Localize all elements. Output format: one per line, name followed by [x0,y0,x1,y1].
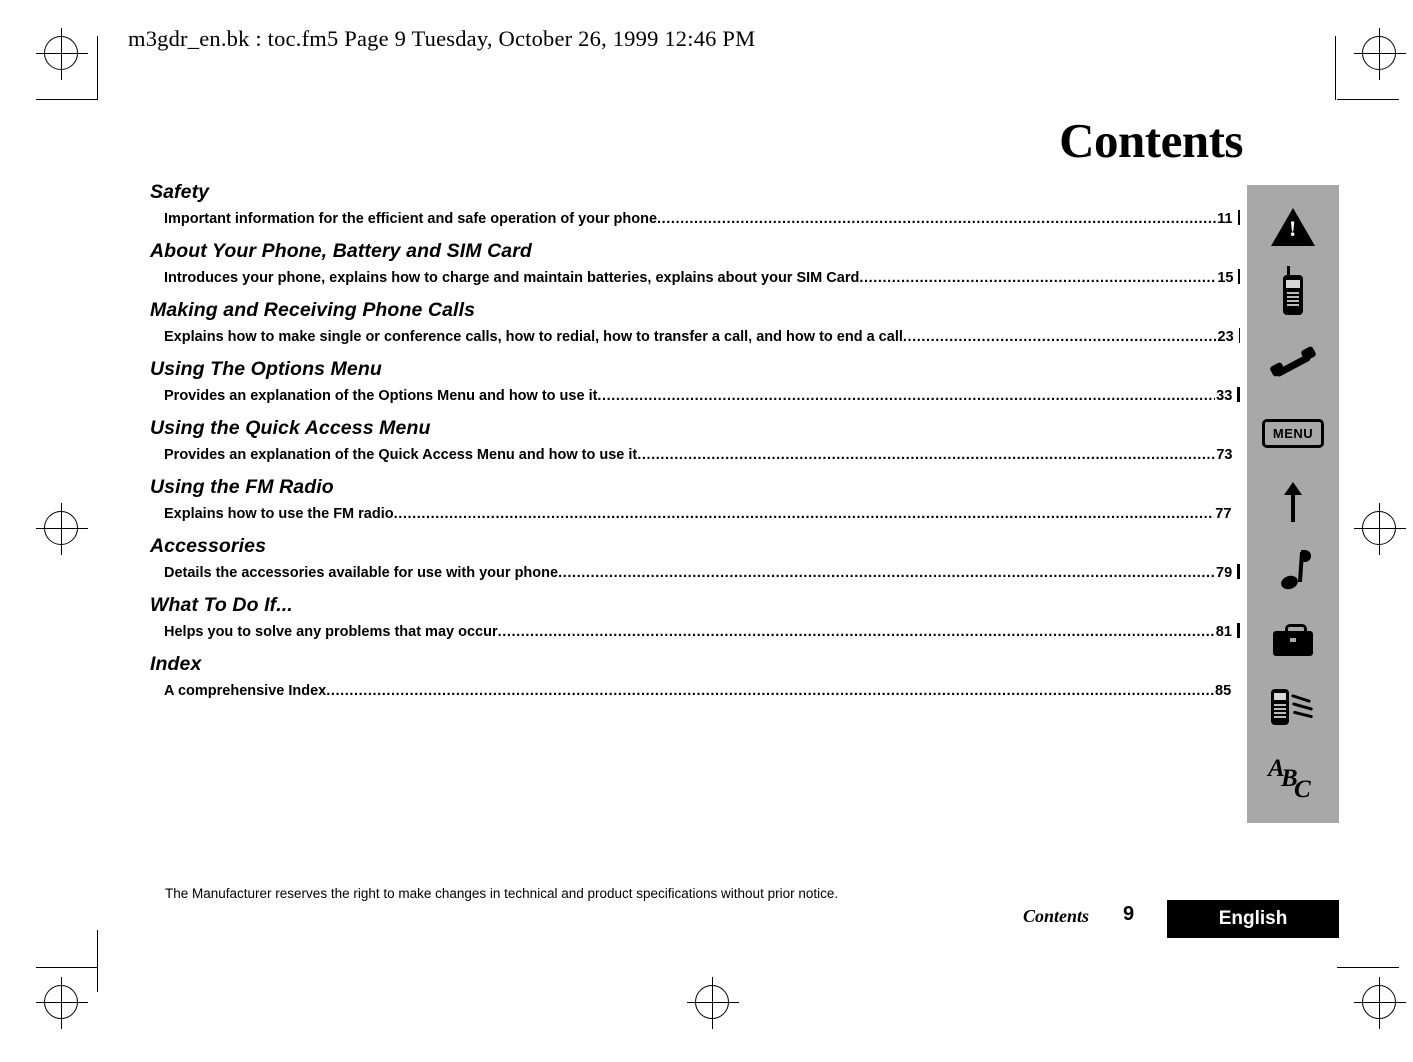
toc-dot-leader: ........................................… [393,506,1215,522]
toc-chapter-title[interactable]: Accessories [150,535,1240,558]
toc-chapter-title[interactable]: Using the Quick Access Menu [150,417,1240,440]
crop-mark-left-bottom [97,930,98,992]
toc-row[interactable]: Helps you to solve any problems that may… [150,621,1240,640]
phone-icon [1247,261,1339,329]
toc-entry: Accessories Details the accessories avail… [150,535,1240,581]
toc-entry: Using the Quick Access Menu Provides an e… [150,417,1240,463]
menu-icon: MENU [1247,399,1339,467]
toc-page-number: 23 [1217,329,1234,345]
toc-chapter-title[interactable]: Index [150,653,1240,676]
crop-mark-top-left [36,99,98,100]
toc-row[interactable]: A comprehensive Index ..................… [150,680,1240,699]
registration-mark-top-left [36,28,88,80]
toc-entry: Safety Important information for the effi… [150,181,1240,227]
phone-troubleshoot-icon [1247,675,1339,743]
table-of-contents: Safety Important information for the effi… [150,181,1240,712]
handset-call-icon [1247,331,1339,399]
crop-mark-top-right [1337,99,1399,100]
toc-row[interactable]: Details the accessories available for us… [150,562,1240,581]
toc-thumb-tab-marker [1236,623,1240,638]
file-header-line: m3gdr_en.bk : toc.fm5 Page 9 Tuesday, Oc… [128,26,756,51]
toc-description: Provides an explanation of the Options M… [164,388,598,404]
toc-thumb-tab-marker [1236,682,1240,697]
toc-description: Important information for the efficient … [164,211,658,227]
toc-dot-leader: ........................................… [558,565,1215,581]
toc-thumb-tab-marker [1238,328,1240,343]
registration-mark-middle-left [36,503,88,555]
toc-entry: Index A comprehensive Index .............… [150,653,1240,699]
crop-mark-bottom-left [36,967,98,968]
registration-mark-bottom-left [36,977,88,1029]
toc-row[interactable]: Important information for the efficient … [150,208,1240,227]
registration-mark-middle-right [1354,503,1406,555]
toc-row[interactable]: Explains how to use the FM radio .......… [150,503,1240,522]
page-title: Contents [1059,113,1243,168]
toc-dot-leader: ........................................… [637,447,1215,463]
toc-chapter-title[interactable]: About Your Phone, Battery and SIM Card [150,240,1240,263]
toc-dot-leader: ........................................… [326,683,1214,699]
crop-mark-right-top [1335,36,1336,100]
toc-entry: About Your Phone, Battery and SIM Card In… [150,240,1240,286]
toc-description: Details the accessories available for us… [164,565,559,581]
registration-mark-bottom-center [687,977,739,1029]
footer-language-badge: English [1167,900,1339,938]
toc-thumb-tab-marker [1237,387,1240,402]
footer-section-name: Contents [1023,906,1090,926]
chapter-icon-sidebar: MENU A B C [1247,185,1339,823]
toc-page-number: 77 [1215,506,1232,522]
accessories-bag-icon [1247,606,1339,674]
toc-chapter-title[interactable]: What To Do If... [150,594,1240,617]
toc-row[interactable]: Explains how to make single or conferenc… [150,326,1240,345]
toc-page-number: 15 [1217,270,1234,286]
toc-page-number: 33 [1216,388,1233,404]
toc-chapter-title[interactable]: Making and Receiving Phone Calls [150,299,1240,322]
registration-mark-bottom-right [1354,977,1406,1029]
toc-thumb-tab-marker [1237,446,1240,461]
crop-mark-left-top [97,36,98,100]
toc-dot-leader: ........................................… [597,388,1215,404]
warning-triangle-icon [1247,193,1339,261]
toc-page-number: 11 [1217,211,1233,227]
toc-page-number: 73 [1216,447,1233,463]
abc-index-icon: A B C [1247,745,1339,813]
toc-page-number: 79 [1216,565,1233,581]
toc-chapter-title[interactable]: Using The Options Menu [150,358,1240,381]
toc-dot-leader: ........................................… [657,211,1216,227]
toc-description: Explains how to make single or conferenc… [164,329,903,345]
toc-thumb-tab-marker [1237,564,1240,579]
toc-entry: Using The Options Menu Provides an explan… [150,358,1240,404]
toc-description: Introduces your phone, explains how to c… [164,270,860,286]
toc-entry: Making and Receiving Phone Calls Explains… [150,299,1240,345]
footer-page-number: 9 [1123,903,1135,925]
toc-description: Explains how to use the FM radio [164,506,394,522]
toc-description: A comprehensive Index [164,683,327,699]
toc-thumb-tab-marker [1237,210,1240,225]
toc-thumb-tab-marker [1238,269,1240,284]
registration-mark-top-right [1354,28,1406,80]
toc-row[interactable]: Provides an explanation of the Options M… [150,385,1240,404]
toc-description: Helps you to solve any problems that may… [164,624,498,640]
toc-page-number: 81 [1215,624,1232,640]
toc-entry: What To Do If... Helps you to solve any p… [150,594,1240,640]
footer-disclaimer: The Manufacturer reserves the right to m… [165,886,839,901]
abc-letter-c: C [1294,776,1311,803]
toc-thumb-tab-marker [1236,505,1240,520]
up-arrow-icon [1247,468,1339,536]
toc-chapter-title[interactable]: Using the FM Radio [150,476,1240,499]
toc-entry: Using the FM Radio Explains how to use th… [150,476,1240,522]
toc-dot-leader: ........................................… [859,270,1216,286]
crop-mark-bottom-right [1337,967,1399,968]
toc-description: Provides an explanation of the Quick Acc… [164,447,638,463]
toc-dot-leader: ........................................… [497,624,1215,640]
music-note-icon [1247,537,1339,605]
toc-row[interactable]: Provides an explanation of the Quick Acc… [150,444,1240,463]
toc-chapter-title[interactable]: Safety [150,181,1240,204]
toc-row[interactable]: Introduces your phone, explains how to c… [150,267,1240,286]
toc-page-number: 85 [1215,683,1232,699]
toc-dot-leader: ........................................… [902,329,1217,345]
menu-icon-label: MENU [1261,418,1325,448]
